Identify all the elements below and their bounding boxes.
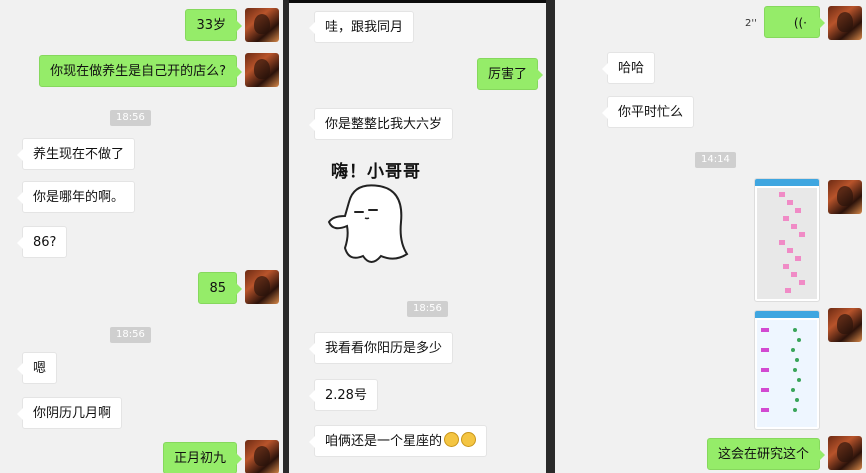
avatar[interactable] (828, 6, 862, 40)
smiling-face-icon (444, 432, 460, 447)
voice-duration: 2'' (745, 18, 757, 29)
lottery-chart-image (757, 188, 817, 299)
message-bubble-incoming[interactable]: 你是整整比我大六岁 (308, 108, 454, 140)
message-bubble-incoming[interactable]: 你是哪年的啊。 (16, 181, 136, 213)
message-bubble-incoming[interactable]: 哇，跟我同月 (308, 11, 415, 43)
message-bubble-incoming[interactable]: 86? (16, 226, 68, 258)
message-bubble-incoming[interactable]: 咱俩还是一个星座的 (308, 425, 488, 457)
timestamp: 14:14 (695, 152, 736, 168)
timestamp: 18:56 (110, 110, 151, 126)
avatar[interactable] (828, 436, 862, 470)
message-text: 咱俩还是一个星座的 (325, 434, 443, 449)
message-bubble-incoming[interactable]: 我看看你阳历是多少 (308, 332, 454, 364)
lottery-chart-image (757, 320, 817, 427)
message-bubble-outgoing[interactable]: 你现在做养生是自己开的店么? (39, 55, 242, 87)
ghost-icon (327, 184, 409, 263)
avatar[interactable] (828, 308, 862, 342)
avatar[interactable] (245, 8, 279, 42)
message-bubble-incoming[interactable]: 嗯 (16, 352, 58, 384)
avatar[interactable] (828, 180, 862, 214)
avatar[interactable] (245, 53, 279, 87)
chat-panel-1: 33岁 你现在做养生是自己开的店么? 18:56 养生现在不做了 你是哪年的啊。… (0, 0, 283, 473)
avatar[interactable] (245, 270, 279, 304)
chat-panel-3: 2'' ((· 哈哈 你平时忙么 14:14 这会在研究这个 (555, 0, 866, 473)
message-bubble-incoming[interactable]: 2.28号 (309, 379, 378, 411)
voice-message-bubble[interactable]: ((· (764, 6, 825, 38)
avatar[interactable] (245, 440, 279, 473)
sticker-caption: 嗨！小哥哥 (331, 162, 421, 182)
message-bubble-outgoing[interactable]: 85 (198, 272, 242, 304)
message-bubble-incoming[interactable]: 你平时忙么 (601, 96, 695, 128)
message-bubble-outgoing[interactable]: 这会在研究这个 (706, 438, 826, 470)
message-bubble-incoming[interactable]: 你阴历几月啊 (16, 397, 123, 429)
smiling-face-icon (461, 432, 477, 447)
image-header (755, 179, 819, 186)
chat-panel-2: 哇，跟我同月 厉害了 你是整整比我大六岁 嗨！小哥哥 18:56 我看看你阳历是… (289, 0, 546, 473)
image-header (755, 311, 819, 318)
timestamp: 18:56 (110, 327, 151, 343)
message-bubble-outgoing[interactable]: 33岁 (185, 9, 242, 41)
image-message-table[interactable] (754, 310, 820, 430)
message-bubble-outgoing[interactable]: 厉害了 (476, 58, 544, 90)
message-bubble-incoming[interactable]: 哈哈 (601, 52, 656, 84)
top-bar (289, 0, 546, 3)
image-message-table[interactable] (754, 178, 820, 302)
timestamp: 18:56 (407, 301, 448, 317)
voice-wave-icon: ((· (793, 16, 807, 30)
message-bubble-outgoing[interactable]: 正月初九 (162, 442, 243, 473)
ghost-sticker[interactable]: 嗨！小哥哥 (319, 152, 429, 272)
message-bubble-incoming[interactable]: 养生现在不做了 (16, 138, 136, 170)
